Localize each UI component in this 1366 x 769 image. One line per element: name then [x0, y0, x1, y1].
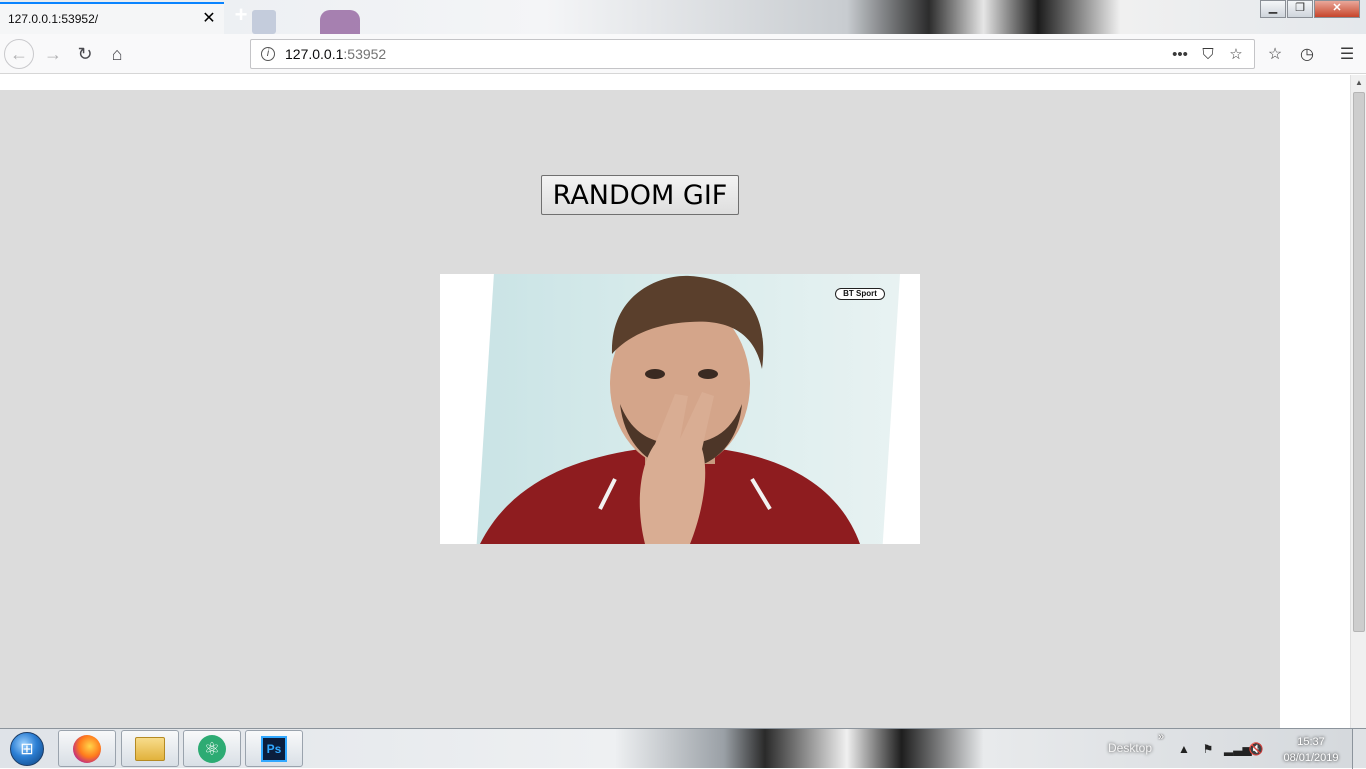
page-actions: ••• ⛉ ☆	[1166, 43, 1250, 65]
system-clock[interactable]: 15:37 08/01/2019	[1276, 734, 1346, 766]
scroll-up-icon[interactable]: ▲	[1351, 75, 1366, 91]
background-thumbnail	[320, 10, 360, 34]
show-desktop-button[interactable]	[1352, 729, 1366, 769]
windows-logo-icon: ⊞	[10, 732, 44, 766]
url-host: 127.0.0.1	[285, 46, 344, 62]
gif-subject	[480, 275, 860, 544]
taskbar-firefox[interactable]	[58, 730, 116, 767]
network-signal-icon[interactable]: ▂▃▅	[1224, 741, 1252, 757]
history-clock-icon[interactable]: ◷	[1292, 39, 1322, 69]
tab-close-icon[interactable]: ✕	[200, 10, 218, 28]
restore-button[interactable]: ❐	[1287, 0, 1313, 18]
page-actions-menu-icon[interactable]: •••	[1166, 43, 1194, 65]
taskbar: ⊞ ⚛ Ps Desktop » ▲ ⚑ ▂▃▅ 🔇 15:37 08/01/2…	[0, 728, 1366, 769]
vertical-scrollbar[interactable]: ▲	[1350, 75, 1366, 728]
home-icon[interactable]: ⌂	[102, 39, 132, 69]
tray-expand-icon[interactable]: ▲	[1176, 741, 1192, 757]
back-arrow-icon[interactable]: ←	[4, 39, 34, 69]
library-icon[interactable]: ☆	[1260, 39, 1290, 69]
bookmark-star-icon[interactable]: ☆	[1222, 43, 1250, 65]
volume-muted-icon[interactable]: 🔇	[1248, 741, 1264, 757]
clock-time: 15:37	[1297, 736, 1325, 748]
hamburger-menu-icon[interactable]: ☰	[1332, 39, 1362, 69]
app-container: RANDOM GIF BT Sport	[0, 90, 1280, 728]
scroll-thumb[interactable]	[1353, 92, 1365, 632]
action-center-icon[interactable]: ⚑	[1200, 741, 1216, 757]
atom-icon: ⚛	[198, 734, 226, 763]
taskbar-atom[interactable]: ⚛	[183, 730, 241, 767]
desktop-toolbar-label[interactable]: Desktop	[1108, 741, 1152, 755]
tab-title: 127.0.0.1:53952/	[8, 12, 99, 26]
page-viewport: RANDOM GIF BT Sport	[0, 75, 1350, 728]
chevron-right-icon[interactable]: »	[1158, 731, 1164, 743]
gif-image: BT Sport	[440, 274, 920, 544]
firefox-icon	[73, 734, 101, 763]
taskbar-file-explorer[interactable]	[121, 730, 179, 767]
file-explorer-icon	[135, 736, 165, 761]
url-port: :53952	[343, 46, 387, 62]
close-window-button[interactable]: ✕	[1314, 0, 1360, 18]
clock-date: 08/01/2019	[1283, 752, 1339, 764]
browser-tab[interactable]: 127.0.0.1:53952/ ✕	[0, 2, 224, 34]
background-thumbnail	[252, 10, 276, 34]
reload-icon[interactable]: ↻	[70, 39, 100, 69]
new-tab-icon[interactable]: +	[230, 4, 252, 27]
site-info-icon[interactable]: i	[261, 47, 275, 61]
taskbar-photoshop[interactable]: Ps	[245, 730, 303, 767]
photoshop-icon: Ps	[261, 735, 287, 762]
window-controls: ▁ ❐ ✕	[1259, 0, 1360, 18]
random-gif-button[interactable]: RANDOM GIF	[541, 175, 739, 215]
minimize-button[interactable]: ▁	[1260, 0, 1286, 18]
bt-sport-logo: BT Sport	[835, 288, 885, 300]
forward-arrow-icon[interactable]: →	[38, 39, 68, 69]
navigation-toolbar: ← → ↻ ⌂ i 127.0.0.1:53952 ••• ⛉ ☆ ☆ ◷ ☰	[0, 34, 1366, 74]
address-bar[interactable]: i 127.0.0.1:53952 ••• ⛉ ☆	[250, 39, 1255, 69]
title-bar: 127.0.0.1:53952/ ✕ + ▁ ❐ ✕	[0, 0, 1366, 34]
start-button[interactable]: ⊞	[4, 731, 50, 767]
pocket-icon[interactable]: ⛉	[1194, 43, 1222, 65]
